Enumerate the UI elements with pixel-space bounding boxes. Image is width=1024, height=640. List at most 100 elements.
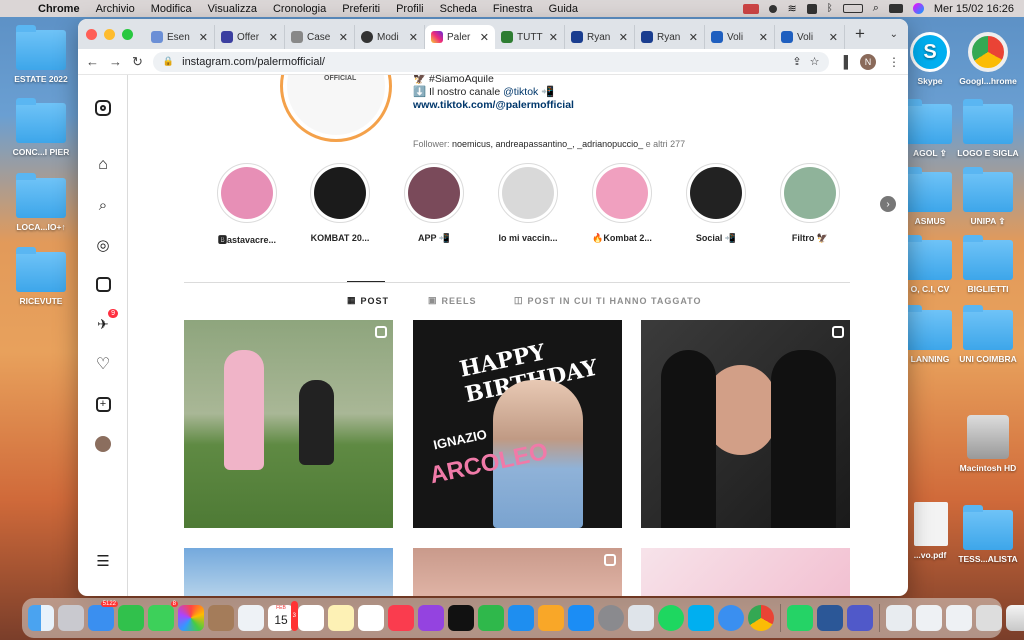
reels-icon[interactable]	[93, 274, 113, 294]
record-icon[interactable]	[769, 4, 778, 13]
pages-icon[interactable]	[538, 605, 564, 631]
tab-9[interactable]: Voli ✕	[705, 25, 775, 49]
tab-close-icon[interactable]: ✕	[480, 31, 489, 44]
profile-avatar-icon[interactable]	[93, 434, 113, 454]
chrome-menu-icon[interactable]: ⋮	[888, 55, 900, 69]
trash-icon[interactable]	[1006, 605, 1024, 631]
tab-7[interactable]: Ryan ✕	[565, 25, 635, 49]
tab-tagged[interactable]: ◫ POST IN CUI TI HANNO TAGGATO	[514, 295, 702, 306]
post-thumbnail[interactable]	[184, 548, 393, 596]
downloads-stack-icon[interactable]	[976, 605, 1002, 631]
more-menu-icon[interactable]: ☰	[93, 551, 113, 571]
highlight-item[interactable]: 🅱astavacre...	[207, 163, 287, 246]
highlight-item[interactable]: Social 📲	[676, 163, 756, 244]
control-center-icon[interactable]	[888, 4, 903, 13]
menu-item-preferiti[interactable]: Preferiti	[334, 3, 388, 15]
url-text[interactable]: instagram.com/palermofficial/	[182, 56, 325, 68]
followed-by-text[interactable]: Follower: noemicus, andreapassantino_, _…	[413, 139, 685, 149]
tab-close-icon[interactable]: ✕	[759, 31, 768, 44]
spotlight-search-icon[interactable]: ⌕	[873, 2, 879, 15]
tab-posts[interactable]: ▦ POST	[347, 295, 389, 306]
desktop-folder-conc-pier[interactable]: CONC...I PIER	[5, 98, 77, 157]
desktop-folder-unipa[interactable]: UNIPA ⇪	[950, 167, 1024, 227]
mail-icon[interactable]: 5122	[88, 601, 118, 631]
reload-button[interactable]: ↻	[132, 54, 143, 70]
tiktok-mention-link[interactable]: @tiktok	[503, 86, 538, 98]
profile-picture[interactable]	[280, 75, 392, 142]
wifi-icon[interactable]: ≋	[787, 2, 796, 15]
desktop-folder-logo-e-sigla[interactable]: LOGO E SIGLA	[950, 99, 1024, 158]
menu-item-scheda[interactable]: Scheda	[432, 3, 485, 15]
lock-icon[interactable]: 🔒	[163, 56, 174, 67]
tab-close-icon[interactable]: ✕	[199, 31, 208, 44]
spotify-icon[interactable]	[658, 605, 684, 631]
back-button[interactable]: ←	[86, 54, 99, 69]
forward-button[interactable]: →	[109, 54, 122, 69]
explore-compass-icon[interactable]: ◎	[93, 235, 113, 255]
tab-close-icon[interactable]: ✕	[409, 31, 418, 44]
tab-reels[interactable]: ▣ REELS	[428, 295, 477, 306]
control-strip-icon[interactable]	[806, 3, 817, 14]
close-window-button[interactable]	[86, 28, 97, 40]
menu-item-guida[interactable]: Guida	[541, 3, 586, 15]
post-thumbnail[interactable]	[413, 548, 622, 596]
address-bar[interactable]: 🔒 instagram.com/palermofficial/ ⇪ ☆	[152, 51, 830, 72]
tab-8[interactable]: Ryan ✕	[635, 25, 705, 49]
messages-icon[interactable]: ✈ 9	[93, 309, 118, 334]
numbers-icon[interactable]	[478, 605, 504, 631]
battery-icon[interactable]	[842, 4, 863, 13]
finder-icon[interactable]	[28, 605, 54, 631]
system-preferences-icon[interactable]	[598, 605, 624, 631]
tab-close-icon[interactable]: ✕	[269, 31, 278, 44]
contacts-icon[interactable]	[208, 605, 234, 631]
facetime-icon[interactable]	[118, 605, 144, 631]
desktop-folder-ricevute[interactable]: RICEVUTE	[5, 247, 77, 306]
bio-website-link[interactable]: www.tiktok.com/@palermofficial	[413, 99, 574, 112]
highlight-item[interactable]: APP 📲	[394, 163, 474, 244]
highlight-item[interactable]: 🔥Kombat 2...	[582, 163, 662, 244]
podcasts-icon[interactable]	[418, 605, 444, 631]
tab-1[interactable]: Esen ✕	[145, 25, 215, 49]
desktop-folder-biglietti[interactable]: BIGLIETTI	[950, 235, 1024, 294]
skype-icon[interactable]	[688, 605, 714, 631]
tab-2[interactable]: Offer ✕	[215, 25, 285, 49]
recent-document-icon[interactable]	[886, 605, 912, 631]
freeform-icon[interactable]	[358, 605, 384, 631]
tab-4[interactable]: Modi ✕	[355, 25, 425, 49]
extension-status-icon[interactable]	[743, 3, 760, 14]
post-thumbnail[interactable]: HAPPY BIRTHDAY IGNAZIO ARCOLEO	[413, 320, 622, 528]
profile-avatar[interactable]: N	[860, 53, 876, 70]
apple-tv-icon[interactable]	[448, 605, 474, 631]
bluetooth-icon[interactable]: ᛒ	[827, 3, 833, 14]
recent-document-icon[interactable]	[916, 605, 942, 631]
tab-close-icon[interactable]: ✕	[549, 31, 558, 44]
chrome-icon[interactable]	[748, 605, 774, 631]
share-icon[interactable]: ⇪	[792, 55, 801, 68]
post-thumbnail[interactable]	[641, 548, 850, 596]
tab-close-icon[interactable]: ✕	[619, 31, 628, 44]
create-post-icon[interactable]: +	[93, 394, 113, 414]
post-thumbnail[interactable]	[641, 320, 850, 528]
desktop-folder-tessera[interactable]: TESS...ALISTA	[950, 505, 1024, 564]
zoom-window-button[interactable]	[122, 28, 133, 40]
teams-icon[interactable]	[847, 605, 873, 631]
menu-item-cronologia[interactable]: Cronologia	[265, 3, 334, 15]
app-store-icon[interactable]	[568, 605, 594, 631]
menu-item-visualizza[interactable]: Visualizza	[200, 3, 265, 15]
desktop-folder-locazione[interactable]: LOCA...IO+↑	[5, 173, 77, 232]
tab-search-chevron-icon[interactable]: ⌄	[890, 29, 908, 40]
menu-app-name[interactable]: Chrome	[30, 3, 88, 15]
menu-item-archivio[interactable]: Archivio	[88, 3, 143, 15]
desktop-macintosh-hd[interactable]: Macintosh HD	[950, 415, 1024, 473]
menu-item-finestra[interactable]: Finestra	[485, 3, 541, 15]
desktop-folder-estate-2022[interactable]: ESTATE 2022	[5, 25, 77, 84]
home-icon[interactable]: ⌂	[93, 155, 113, 175]
highlight-item[interactable]: KOMBAT 20...	[300, 163, 380, 243]
photos-icon[interactable]	[178, 605, 204, 631]
whatsapp-icon[interactable]	[787, 605, 813, 631]
desktop-folder-uni-coimbra[interactable]: UNI COIMBRA	[950, 305, 1024, 364]
side-panel-icon[interactable]: ▐	[839, 55, 848, 69]
messages-icon[interactable]: 8	[148, 601, 178, 631]
highlight-item[interactable]: Filtro 🦅	[770, 163, 850, 244]
keynote-icon[interactable]	[508, 605, 534, 631]
